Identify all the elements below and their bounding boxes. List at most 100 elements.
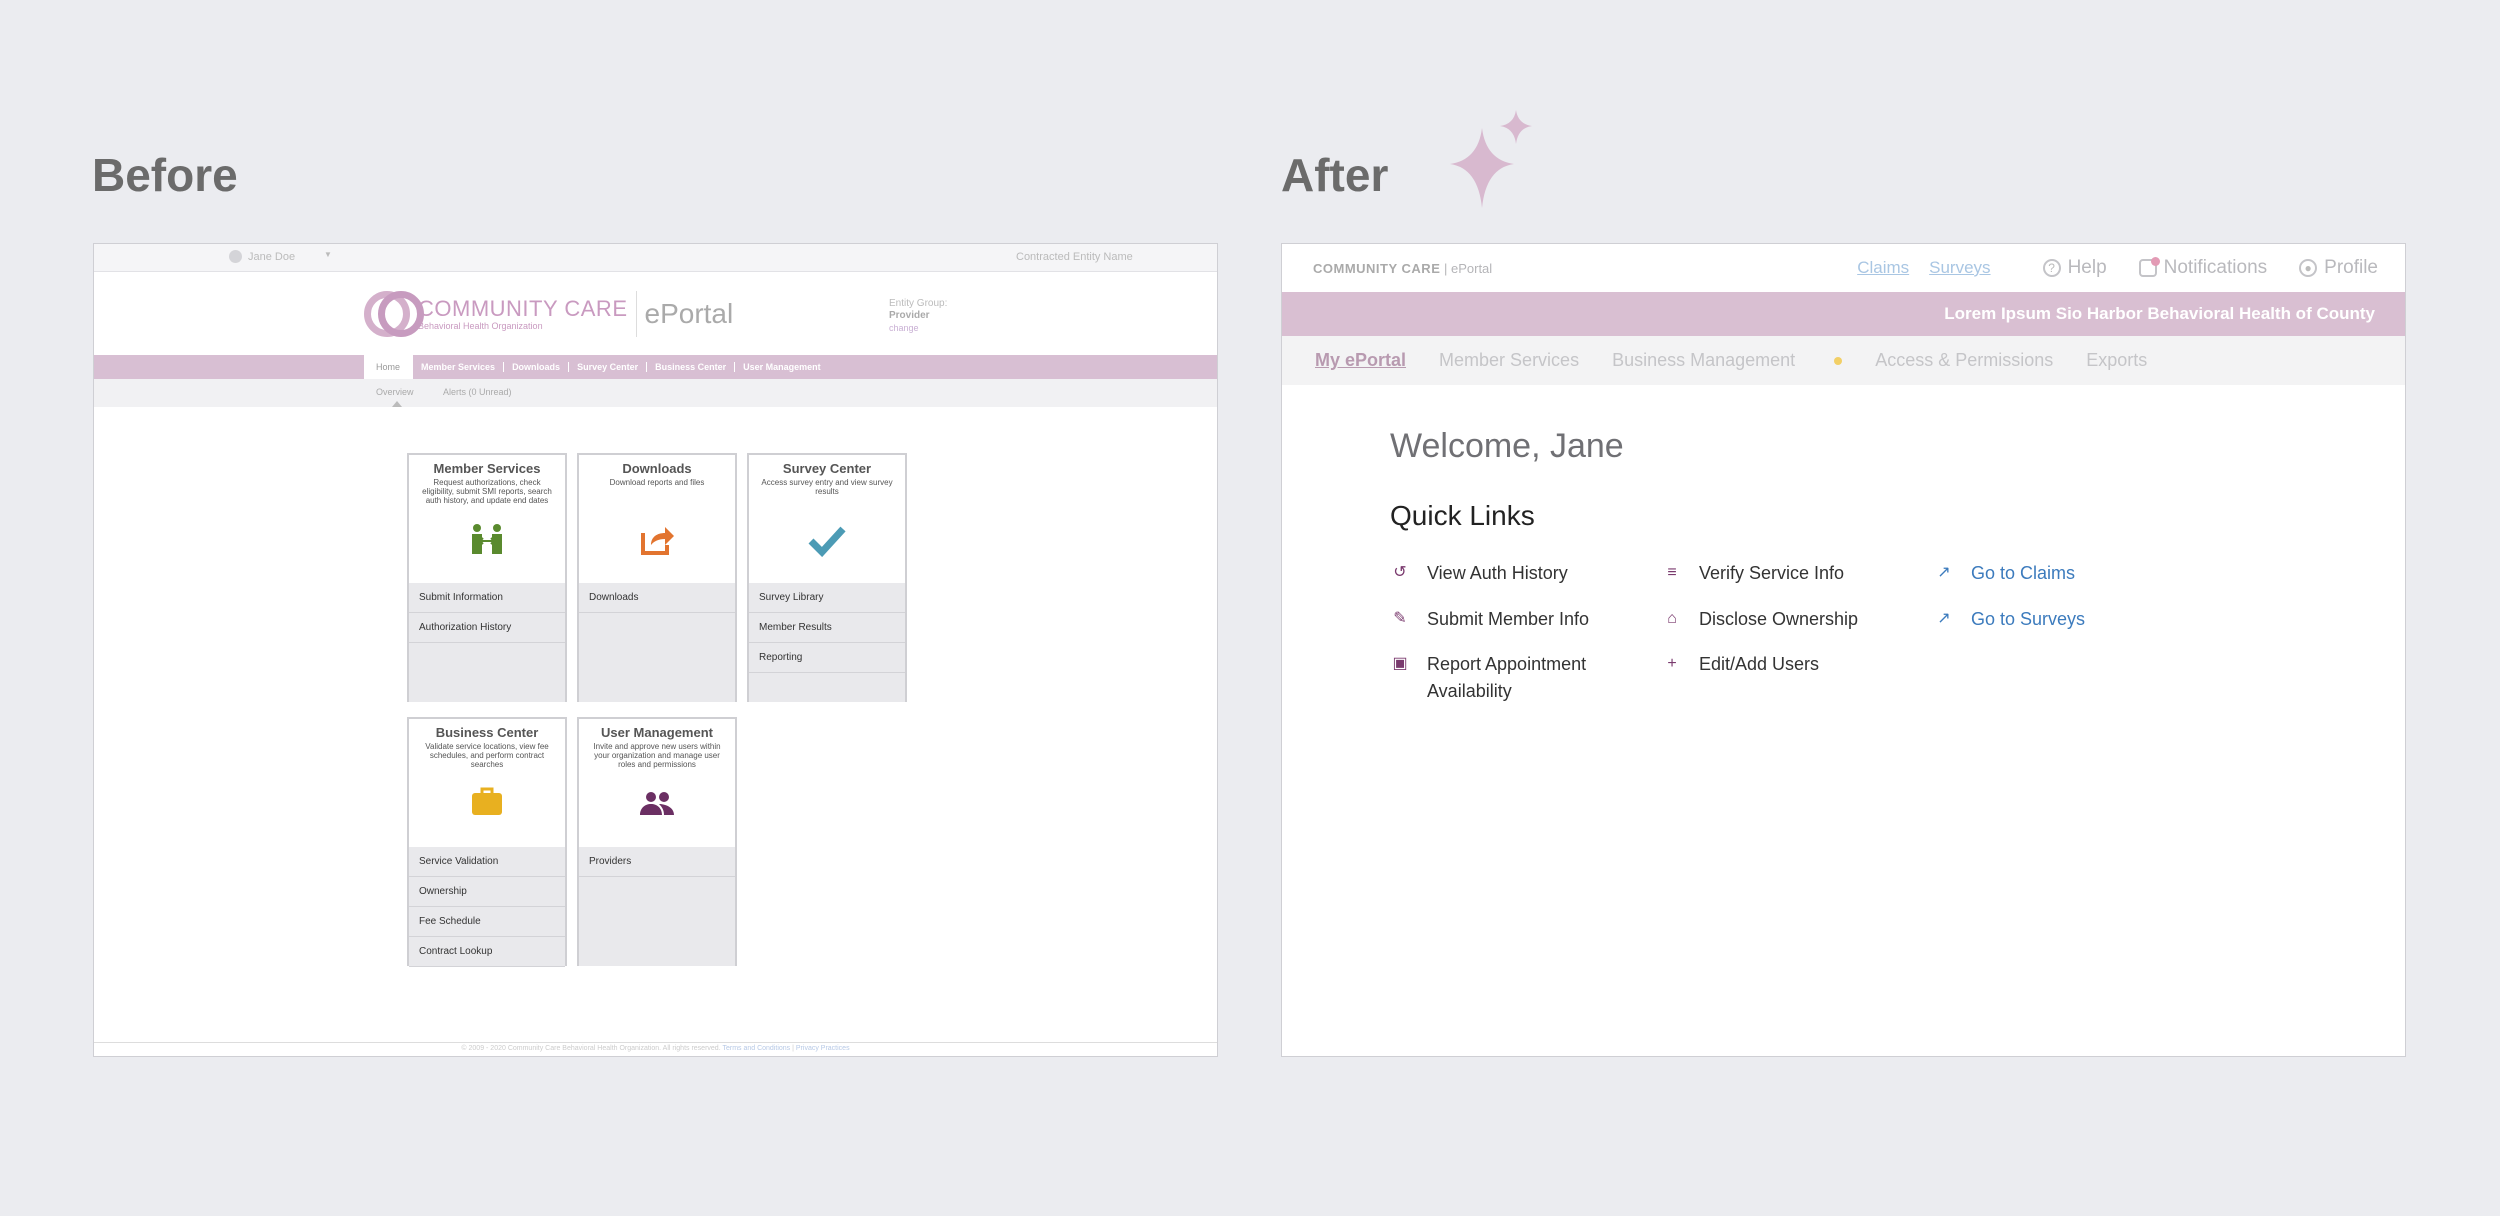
quick-link-submit-member-info[interactable]: ✎ Submit Member Info bbox=[1385, 606, 1589, 633]
main-nav: My ePortal Member Services Business Mana… bbox=[1282, 336, 2405, 385]
quick-link-view-auth-history[interactable]: ↺ View Auth History bbox=[1385, 560, 1567, 587]
link-reporting[interactable]: Reporting bbox=[749, 643, 905, 673]
sparkle-icon bbox=[1450, 110, 1532, 208]
nav-my-eportal[interactable]: My ePortal bbox=[1315, 350, 1406, 371]
nav-home[interactable]: Home bbox=[364, 355, 414, 379]
logo: COMMUNITY CARE | ePortal bbox=[1313, 261, 1493, 276]
before-screenshot: Jane Doe ▼ Contracted Entity Name COMMUN… bbox=[93, 243, 1218, 1057]
profile-icon: ● bbox=[2299, 259, 2318, 277]
after-screenshot: COMMUNITY CARE | ePortal Claims Surveys … bbox=[1281, 243, 2406, 1057]
card-business-center: Business Center Validate service locatio… bbox=[407, 717, 567, 967]
nav-business-management[interactable]: Business Management bbox=[1612, 350, 1843, 371]
terms-link[interactable]: Terms and Conditions bbox=[722, 1045, 790, 1052]
link-fee-schedule[interactable]: Fee Schedule bbox=[409, 907, 565, 937]
history-icon: ↺ bbox=[1393, 564, 1407, 581]
utility-bar: Jane Doe ▼ Contracted Entity Name bbox=[94, 244, 1217, 272]
welcome-heading: Welcome, Jane bbox=[1390, 427, 1624, 465]
quick-link-disclose-ownership[interactable]: ⌂ Disclose Ownership bbox=[1657, 606, 1858, 633]
privacy-link[interactable]: Privacy Practices bbox=[796, 1045, 850, 1052]
card-user-management: User Management Invite and approve new u… bbox=[577, 717, 737, 966]
link-authorization-history[interactable]: Authorization History bbox=[409, 613, 565, 643]
sub-nav: Overview Alerts (0 Unread) bbox=[94, 379, 1217, 407]
claims-link[interactable]: Claims bbox=[1857, 258, 1909, 278]
handshake-icon bbox=[409, 523, 565, 564]
nav-business-center[interactable]: Business Center bbox=[647, 362, 736, 372]
link-member-results[interactable]: Member Results bbox=[749, 613, 905, 643]
nav-access-permissions[interactable]: Access & Permissions bbox=[1875, 350, 2053, 371]
nav-exports[interactable]: Exports bbox=[2086, 350, 2147, 371]
edit-icon: ✎ bbox=[1393, 610, 1407, 627]
user-name: Jane Doe bbox=[248, 250, 296, 263]
entity-group: Entity Group: Provider change bbox=[889, 298, 948, 334]
card-links: Service Validation Ownership Fee Schedul… bbox=[409, 847, 565, 967]
nav-downloads[interactable]: Downloads bbox=[504, 362, 570, 372]
profile-button[interactable]: ● Profile bbox=[2299, 257, 2378, 279]
external-link-icon: ↗ bbox=[1937, 564, 1951, 581]
link-ownership[interactable]: Ownership bbox=[409, 877, 565, 907]
surveys-link[interactable]: Surveys bbox=[1929, 258, 1990, 278]
card-links: Submit Information Authorization History bbox=[409, 583, 565, 702]
external-link-icon: ↗ bbox=[1937, 610, 1951, 627]
card-title: Survey Center bbox=[782, 461, 872, 476]
help-icon: ? bbox=[2042, 259, 2061, 277]
card-member-services: Member Services Request authorizations, … bbox=[407, 453, 567, 702]
alert-dot bbox=[1834, 356, 1843, 365]
brand-subtitle: Behavioral Health Organization bbox=[418, 320, 543, 331]
quick-link-go-to-surveys[interactable]: ↗ Go to Surveys bbox=[1929, 606, 2085, 633]
top-bar: COMMUNITY CARE | ePortal Claims Surveys … bbox=[1282, 244, 2405, 292]
bank-icon: ⌂ bbox=[1667, 610, 1677, 627]
before-heading: Before bbox=[92, 149, 238, 201]
notifications-button[interactable]: Notifications bbox=[2138, 257, 2267, 279]
quick-link-go-to-claims[interactable]: ↗ Go to Claims bbox=[1929, 560, 2075, 587]
quick-link-verify-service-info[interactable]: ≡ Verify Service Info bbox=[1657, 560, 1844, 587]
card-links: Survey Library Member Results Reporting bbox=[749, 583, 905, 702]
logo: COMMUNITY CARE Behavioral Health Organiz… bbox=[364, 288, 733, 340]
card-downloads: Downloads Download reports and files Dow… bbox=[577, 453, 737, 702]
card-title: User Management bbox=[601, 725, 713, 740]
main-nav: Home Member Services Downloads Survey Ce… bbox=[94, 355, 1217, 379]
card-description: Validate service locations, view fee sch… bbox=[425, 742, 549, 769]
tab-alerts[interactable]: Alerts (0 Unread) bbox=[443, 387, 512, 397]
card-title: Downloads bbox=[622, 461, 692, 476]
quick-link-edit-add-users[interactable]: + Edit/Add Users bbox=[1657, 651, 1819, 678]
quick-links-title: Quick Links bbox=[1390, 500, 1535, 531]
tab-overview[interactable]: Overview bbox=[376, 387, 414, 397]
nav-member-services[interactable]: Member Services bbox=[413, 362, 505, 372]
quick-link-report-appointment[interactable]: ▣ Report Appointment Availability bbox=[1385, 651, 1625, 705]
add-user-icon: + bbox=[1667, 655, 1677, 672]
help-button[interactable]: ? Help bbox=[2042, 257, 2107, 279]
card-description: Invite and approve new users within your… bbox=[593, 742, 721, 769]
nav-survey-center[interactable]: Survey Center bbox=[569, 362, 648, 372]
change-link[interactable]: change bbox=[889, 322, 947, 334]
link-submit-information[interactable]: Submit Information bbox=[409, 583, 565, 613]
checklist-icon: ≡ bbox=[1667, 564, 1677, 581]
active-tab-indicator bbox=[392, 401, 402, 407]
gear-icon bbox=[229, 250, 242, 263]
eportal-title: ePortal bbox=[644, 298, 734, 329]
share-icon bbox=[579, 523, 735, 564]
chevron-down-icon[interactable]: ▼ bbox=[324, 250, 332, 259]
briefcase-icon bbox=[409, 787, 565, 826]
after-heading: After bbox=[1281, 149, 1389, 201]
organization-banner: Lorem Ipsum Sio Harbor Behavioral Health… bbox=[1282, 292, 2405, 336]
checkmark-icon bbox=[749, 523, 905, 566]
nav-user-management[interactable]: User Management bbox=[735, 362, 829, 372]
link-contract-lookup[interactable]: Contract Lookup bbox=[409, 937, 565, 967]
entity-name: Contracted Entity Name bbox=[1016, 251, 1133, 263]
card-links: Providers bbox=[579, 847, 735, 966]
link-survey-library[interactable]: Survey Library bbox=[749, 583, 905, 613]
nav-member-services[interactable]: Member Services bbox=[1439, 350, 1579, 371]
footer: © 2009 - 2020 Community Care Behavioral … bbox=[94, 1042, 1217, 1056]
card-description: Access survey entry and view survey resu… bbox=[761, 478, 893, 496]
card-title: Member Services bbox=[433, 461, 541, 476]
card-title: Business Center bbox=[435, 725, 539, 740]
user-menu[interactable]: Jane Doe bbox=[229, 250, 295, 263]
logo-mark-icon bbox=[364, 288, 424, 340]
link-downloads[interactable]: Downloads bbox=[579, 583, 735, 613]
card-description: Download reports and files bbox=[609, 478, 705, 487]
calendar-icon: ▣ bbox=[1392, 655, 1408, 672]
users-icon bbox=[579, 787, 735, 826]
card-survey-center: Survey Center Access survey entry and vi… bbox=[747, 453, 907, 702]
link-service-validation[interactable]: Service Validation bbox=[409, 847, 565, 877]
link-providers[interactable]: Providers bbox=[579, 847, 735, 877]
